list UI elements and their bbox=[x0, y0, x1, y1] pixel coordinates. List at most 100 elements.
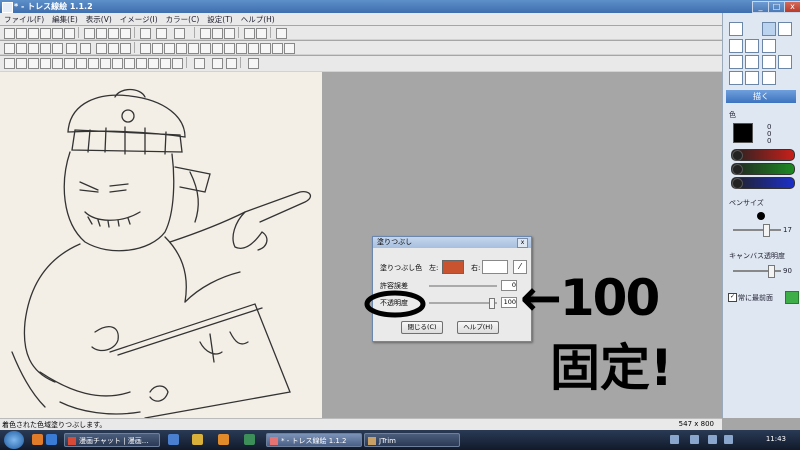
current-color-swatch[interactable] bbox=[733, 123, 753, 143]
firefox-icon[interactable] bbox=[32, 434, 43, 445]
green-slider[interactable] bbox=[731, 163, 795, 175]
arrow-left-icon[interactable] bbox=[785, 291, 799, 304]
bucket-tool-icon[interactable] bbox=[745, 71, 759, 85]
flip-horizontal-icon[interactable] bbox=[4, 43, 15, 54]
outline-icon[interactable] bbox=[160, 58, 171, 69]
line-tool-icon[interactable] bbox=[729, 55, 743, 69]
gear-icon[interactable] bbox=[284, 43, 295, 54]
eraser-icon[interactable] bbox=[260, 43, 271, 54]
refresh-icon[interactable] bbox=[108, 43, 119, 54]
network-icon[interactable] bbox=[708, 435, 717, 444]
image-icon[interactable] bbox=[80, 43, 91, 54]
volume-icon[interactable] bbox=[724, 435, 733, 444]
contrast-icon[interactable] bbox=[164, 43, 175, 54]
close-button[interactable]: x bbox=[784, 1, 800, 13]
zoom-out-icon[interactable] bbox=[226, 58, 237, 69]
pen-size-thumb[interactable] bbox=[763, 224, 770, 237]
posterize-icon[interactable] bbox=[52, 58, 63, 69]
trash-icon[interactable] bbox=[272, 43, 283, 54]
eraser-tool-icon[interactable] bbox=[762, 39, 776, 53]
app-icon-2[interactable] bbox=[218, 434, 229, 445]
right-color-swatch[interactable] bbox=[482, 260, 508, 274]
line-icon[interactable] bbox=[224, 28, 235, 39]
color-swap-icon[interactable] bbox=[16, 58, 27, 69]
zoom-in-icon[interactable] bbox=[212, 58, 223, 69]
sun-icon[interactable] bbox=[176, 43, 187, 54]
blur-tool-icon[interactable] bbox=[762, 55, 776, 69]
paste-icon[interactable] bbox=[108, 28, 119, 39]
cycle-icon[interactable] bbox=[120, 43, 131, 54]
draw-button[interactable]: 描く bbox=[726, 90, 796, 103]
app-icon-3[interactable] bbox=[244, 434, 255, 445]
preview-icon[interactable] bbox=[64, 28, 75, 39]
select-tool-icon[interactable] bbox=[762, 71, 776, 85]
rotate-icon[interactable] bbox=[96, 43, 107, 54]
layer-icon[interactable] bbox=[276, 28, 287, 39]
noise-icon[interactable] bbox=[236, 43, 247, 54]
help-icon[interactable] bbox=[690, 435, 699, 444]
text-icon[interactable] bbox=[212, 28, 223, 39]
save-small-icon[interactable] bbox=[4, 58, 15, 69]
split-view-icon[interactable] bbox=[256, 28, 267, 39]
task-trace[interactable]: * - トレス線絵 1.1.2 bbox=[266, 433, 362, 447]
minimize-button[interactable]: _ bbox=[752, 1, 769, 13]
undo-tool-icon[interactable] bbox=[762, 22, 776, 36]
new-file-icon[interactable] bbox=[4, 28, 15, 39]
curves-icon[interactable] bbox=[124, 58, 135, 69]
start-button[interactable] bbox=[4, 431, 24, 449]
levels-icon[interactable] bbox=[112, 58, 123, 69]
menu-settings[interactable]: 設定(T) bbox=[203, 13, 236, 25]
invert-icon[interactable] bbox=[64, 58, 75, 69]
save-as-icon[interactable] bbox=[40, 28, 51, 39]
close-button[interactable]: 閉じる(C) bbox=[401, 321, 443, 334]
grayscale-icon[interactable] bbox=[88, 58, 99, 69]
palette-icon[interactable] bbox=[200, 43, 211, 54]
grid-icon[interactable] bbox=[244, 28, 255, 39]
select-icon[interactable] bbox=[200, 28, 211, 39]
stamp-tool-icon[interactable] bbox=[778, 55, 792, 69]
menu-view[interactable]: 表示(V) bbox=[82, 13, 116, 25]
eyedropper-icon[interactable] bbox=[248, 58, 259, 69]
layers-icon[interactable] bbox=[152, 43, 163, 54]
task-chat[interactable]: 漫画チャット | 漫画... bbox=[64, 433, 160, 447]
menu-edit[interactable]: 編集(E) bbox=[48, 13, 82, 25]
copy-icon[interactable] bbox=[96, 28, 107, 39]
paint-icon[interactable] bbox=[248, 43, 259, 54]
red-slider-knob[interactable] bbox=[732, 150, 743, 161]
sharpen-icon[interactable] bbox=[212, 43, 223, 54]
save-icon[interactable] bbox=[28, 28, 39, 39]
sepia-icon[interactable] bbox=[76, 58, 87, 69]
brightness-icon[interactable] bbox=[66, 43, 77, 54]
hue-icon[interactable] bbox=[136, 58, 147, 69]
gradient-icon[interactable] bbox=[28, 58, 39, 69]
red-slider[interactable] bbox=[731, 149, 795, 161]
blur-icon[interactable] bbox=[224, 43, 235, 54]
maximize-button[interactable]: □ bbox=[768, 1, 785, 13]
tolerance-input[interactable]: 0 bbox=[501, 280, 517, 291]
print-icon[interactable] bbox=[52, 28, 63, 39]
saturation-icon[interactable] bbox=[148, 58, 159, 69]
opacity-slider[interactable] bbox=[429, 302, 497, 304]
help-button[interactable]: ヘルプ(H) bbox=[457, 321, 499, 334]
menu-help[interactable]: ヘルプ(H) bbox=[237, 13, 279, 25]
flip-vertical-icon[interactable] bbox=[16, 43, 27, 54]
resize-icon[interactable] bbox=[52, 43, 63, 54]
opacity-slider-thumb[interactable] bbox=[489, 298, 495, 309]
tolerance-slider[interactable] bbox=[429, 285, 497, 287]
canvas-opacity-thumb[interactable] bbox=[768, 265, 775, 278]
rotate-right-icon[interactable] bbox=[40, 43, 51, 54]
open-file-icon[interactable] bbox=[16, 28, 27, 39]
task-jtrim[interactable]: JTrim bbox=[364, 433, 460, 447]
zoom-icon[interactable] bbox=[194, 58, 205, 69]
binarize-icon[interactable] bbox=[100, 58, 111, 69]
crop-icon[interactable] bbox=[84, 28, 95, 39]
rotate-left-icon[interactable] bbox=[28, 43, 39, 54]
topmost-checkbox[interactable]: ✓ bbox=[728, 293, 737, 302]
copy-tool-icon[interactable] bbox=[745, 55, 759, 69]
app-icon-1[interactable] bbox=[168, 434, 179, 445]
left-color-swatch[interactable] bbox=[442, 260, 464, 274]
opacity-input[interactable]: 100 bbox=[501, 297, 517, 308]
pen-size-slider[interactable] bbox=[733, 229, 781, 231]
pencil-tool-icon[interactable] bbox=[729, 39, 743, 53]
redo-all-icon[interactable] bbox=[174, 28, 185, 39]
